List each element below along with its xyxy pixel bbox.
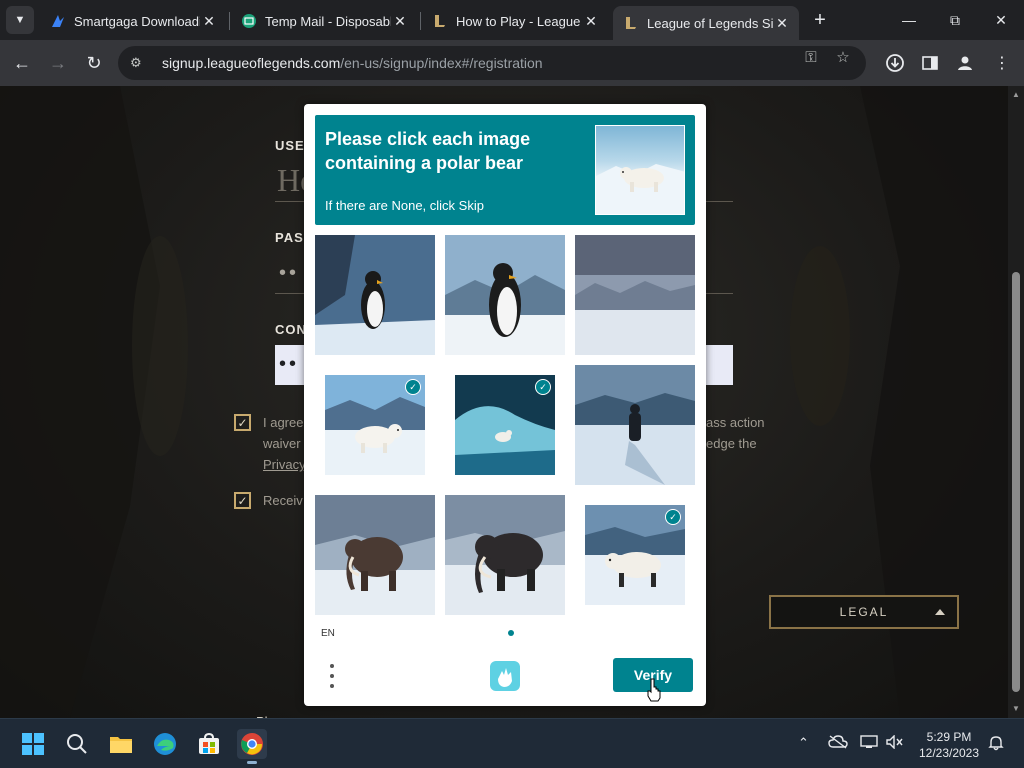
captcha-prompt: Please click each image containing a pol…: [325, 129, 531, 173]
maximize-button[interactable]: ⧉: [932, 0, 978, 40]
username-label: USE: [275, 138, 305, 153]
hand-cursor-icon: [646, 678, 662, 702]
league-icon: [432, 13, 448, 29]
side-panel-icon[interactable]: [919, 52, 941, 74]
windows-taskbar: ⌃ 5:29 PM 12/23/2023: [0, 718, 1024, 768]
hcaptcha-logo-icon: [488, 659, 522, 693]
tempmail-icon: [241, 13, 257, 29]
scrollbar-thumb[interactable]: [1012, 272, 1020, 692]
selected-check-icon: ✓: [405, 379, 421, 395]
confirm-password-label: CON: [275, 322, 307, 337]
show-hidden-icons-icon[interactable]: ⌃: [798, 735, 809, 751]
captcha-tile-mammoth[interactable]: [445, 495, 565, 615]
password-label: PAS: [275, 230, 304, 245]
captcha-subtext: If there are None, click Skip: [325, 198, 484, 213]
close-icon[interactable]: ✕: [200, 12, 218, 30]
forward-button[interactable]: →: [45, 50, 71, 76]
site-info-icon[interactable]: ⚙: [130, 55, 148, 71]
password-key-icon[interactable]: ⚿: [802, 48, 820, 66]
cloud-offline-icon[interactable]: [828, 735, 848, 752]
language-selector[interactable]: EN: [321, 628, 335, 639]
page-indicator-dot: [508, 630, 514, 636]
taskbar-clock[interactable]: 5:29 PM 12/23/2023: [912, 729, 986, 761]
tab-title: Temp Mail - Disposabl: [265, 13, 391, 29]
close-window-button[interactable]: ✕: [978, 0, 1024, 40]
selected-check-icon: ✓: [665, 509, 681, 525]
volume-muted-icon[interactable]: [886, 734, 904, 752]
captcha-tile-polar-bear[interactable]: ✓: [325, 375, 425, 475]
legal-dropdown-button[interactable]: LEGAL: [769, 595, 959, 629]
captcha-tile-polar-bear-iceberg[interactable]: ✓: [455, 375, 555, 475]
active-app-indicator: [247, 761, 257, 764]
terms-text: waiver: [263, 436, 301, 451]
captcha-tile-person-walking[interactable]: [575, 365, 695, 485]
captcha-tile-mammoth[interactable]: [315, 495, 435, 615]
tab-title: Smartgaga Downloadi: [74, 13, 200, 29]
captcha-tile-polar-bear[interactable]: ✓: [585, 505, 685, 605]
bookmark-star-icon[interactable]: ☆: [834, 48, 852, 66]
tab-how-to-play[interactable]: How to Play - League ✕: [422, 6, 608, 36]
tab-league-signup[interactable]: League of Legends Sig ✕: [613, 6, 799, 40]
captcha-tile-penguin[interactable]: [315, 235, 435, 355]
address-bar[interactable]: ⚙ signup.leagueoflegends.com/en-us/signu…: [118, 46, 866, 80]
tab-strip: ▼ Smartgaga Downloadi ✕ Temp Mail - Disp…: [0, 0, 1024, 40]
caret-up-icon: [935, 609, 945, 615]
back-button[interactable]: ←: [9, 50, 35, 76]
page-scrollbar[interactable]: ▲ ▼: [1008, 86, 1024, 718]
terms-text: I agree: [263, 415, 304, 430]
windows-start-icon[interactable]: [18, 729, 48, 759]
edge-icon[interactable]: [150, 729, 180, 759]
network-icon[interactable]: [860, 735, 878, 752]
tab-title: League of Legends Sig: [647, 15, 773, 31]
terms-checkbox[interactable]: ✓: [234, 414, 251, 431]
smartgaga-icon: [50, 13, 66, 29]
captcha-prompt-banner: Please click each image containing a pol…: [315, 115, 695, 225]
selected-check-icon: ✓: [535, 379, 551, 395]
profile-icon[interactable]: [954, 52, 976, 74]
more-menu-icon[interactable]: ⋮: [991, 52, 1013, 74]
notification-bell-icon[interactable]: [988, 735, 1004, 754]
scroll-down-icon[interactable]: ▼: [1012, 704, 1020, 713]
file-explorer-icon[interactable]: [106, 729, 136, 759]
minimize-button[interactable]: —: [886, 0, 932, 40]
receive-emails-label: Receiv: [263, 493, 303, 508]
terms-text: edge the: [706, 436, 757, 451]
close-icon[interactable]: ✕: [773, 14, 791, 32]
receive-emails-checkbox[interactable]: ✓: [234, 492, 251, 509]
chevron-down-icon: ▼: [14, 14, 26, 26]
search-icon[interactable]: [62, 729, 92, 759]
chrome-icon[interactable]: [237, 729, 267, 764]
example-image: [595, 125, 685, 215]
reload-button[interactable]: ↻: [81, 50, 107, 76]
tab-tempmail[interactable]: Temp Mail - Disposabl ✕: [231, 6, 417, 36]
downloads-icon[interactable]: [884, 52, 906, 74]
terms-text: ass action: [706, 415, 765, 430]
tab-smartgaga[interactable]: Smartgaga Downloadi ✕: [40, 6, 226, 36]
url-text: signup.leagueoflegends.com/en-us/signup/…: [162, 55, 543, 71]
new-tab-button[interactable]: +: [808, 8, 832, 32]
captcha-tile-mountains[interactable]: [575, 235, 695, 355]
captcha-challenge: Please click each image containing a pol…: [304, 104, 706, 706]
captcha-menu-icon[interactable]: [326, 664, 338, 688]
close-icon[interactable]: ✕: [391, 12, 409, 30]
privacy-link[interactable]: Privacy: [263, 457, 306, 472]
captcha-tile-penguin[interactable]: [445, 235, 565, 355]
close-icon[interactable]: ✕: [582, 12, 600, 30]
tab-title: How to Play - League: [456, 13, 581, 29]
scroll-up-icon[interactable]: ▲: [1012, 90, 1020, 99]
store-icon[interactable]: [194, 729, 224, 759]
tab-search-button[interactable]: ▼: [6, 6, 34, 34]
browser-toolbar: ← → ↻ ⚙ signup.leagueoflegends.com/en-us…: [0, 40, 1024, 86]
league-icon: [623, 15, 639, 31]
